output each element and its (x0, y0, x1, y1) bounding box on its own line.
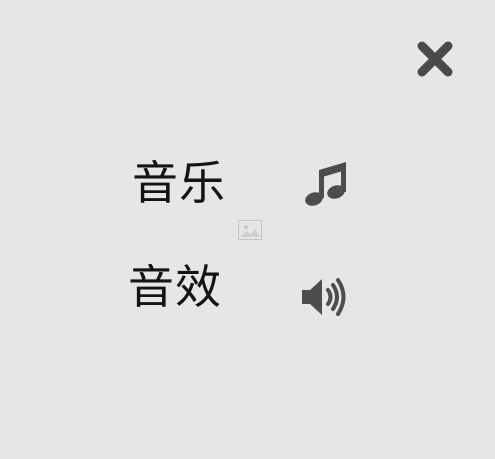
speaker-volume-icon (302, 278, 346, 316)
settings-panel: 音乐 音效 (0, 0, 495, 459)
image-placeholder-icon (238, 220, 262, 240)
music-toggle-button[interactable] (302, 160, 350, 208)
music-note-icon (305, 162, 346, 206)
close-icon (417, 41, 453, 77)
sound-effects-label: 音效 (128, 260, 222, 314)
music-label: 音乐 (132, 156, 226, 210)
close-button[interactable] (416, 40, 454, 78)
sound-effects-toggle-button[interactable] (298, 274, 350, 320)
